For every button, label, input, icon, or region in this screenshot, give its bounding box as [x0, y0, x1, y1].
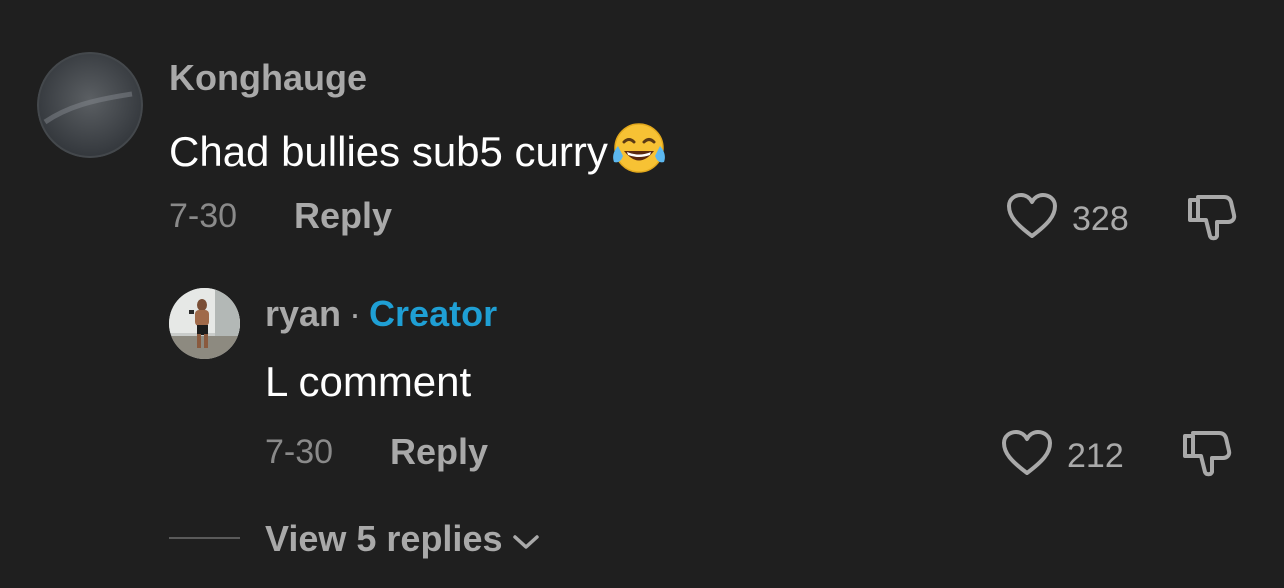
heart-icon — [1001, 429, 1053, 482]
reply-date: 7-30 — [265, 433, 334, 471]
like-button[interactable]: 328 — [1006, 192, 1129, 245]
dislike-button[interactable] — [1186, 192, 1238, 247]
reply-like-count: 212 — [1067, 436, 1124, 475]
comment-text: Chad bullies sub5 curry — [169, 122, 668, 181]
reply-username[interactable]: ryan · Creator — [265, 296, 497, 332]
view-replies-button[interactable]: View 5 replies — [265, 521, 540, 557]
reply-dislike-button[interactable] — [1181, 428, 1233, 483]
creator-avatar[interactable] — [169, 288, 240, 359]
view-replies-label: View 5 replies — [265, 518, 503, 559]
reply-button[interactable]: Reply — [294, 198, 392, 234]
tears-of-joy-emoji-icon — [610, 122, 668, 181]
reply-text: L comment — [265, 358, 472, 405]
thumbs-down-icon — [1181, 431, 1233, 482]
comment-body: Chad bullies sub5 curry — [169, 127, 608, 175]
reply-reply-button[interactable]: Reply — [390, 434, 488, 470]
like-count: 328 — [1072, 199, 1129, 238]
chevron-down-icon — [512, 521, 540, 557]
username-separator: · — [349, 293, 362, 334]
creator-badge: Creator — [369, 293, 498, 334]
reply-username-name[interactable]: ryan — [265, 293, 341, 334]
comment-username[interactable]: Konghauge — [169, 60, 367, 96]
heart-icon — [1006, 192, 1058, 245]
replies-divider — [169, 537, 240, 539]
thumbs-down-icon — [1186, 195, 1238, 246]
comment-date: 7-30 — [169, 197, 238, 235]
reply-like-button[interactable]: 212 — [1001, 429, 1124, 482]
avatar[interactable] — [37, 52, 143, 158]
